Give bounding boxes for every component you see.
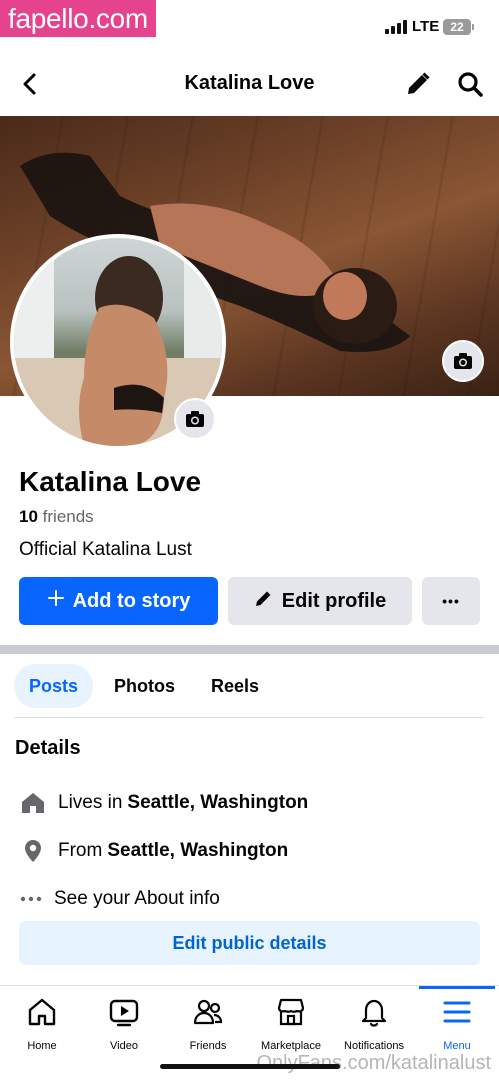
edit-profile-label: Edit profile bbox=[281, 589, 387, 612]
status-bar: fapello.com LTE 22 bbox=[0, 0, 499, 44]
network-label: LTE bbox=[412, 18, 440, 35]
nav-home[interactable]: Home bbox=[0, 996, 84, 1052]
add-to-story-button[interactable]: Add to story bbox=[19, 577, 218, 625]
friends-label: friends bbox=[42, 507, 94, 526]
lives-prefix: Lives in bbox=[58, 792, 123, 813]
profile-header: Katalina Love bbox=[0, 56, 499, 112]
nav-home-label: Home bbox=[27, 1040, 57, 1052]
signal-icon bbox=[385, 20, 409, 34]
tab-posts[interactable]: Posts bbox=[14, 664, 94, 708]
pencil-icon bbox=[254, 588, 274, 614]
plus-icon bbox=[47, 589, 65, 613]
nav-video[interactable]: Video bbox=[82, 996, 166, 1052]
from-prefix: From bbox=[58, 840, 103, 861]
section-divider bbox=[0, 645, 499, 654]
nav-friends[interactable]: Friends bbox=[166, 996, 250, 1052]
friends-number: 10 bbox=[19, 507, 38, 526]
nav-menu-label: Menu bbox=[443, 1040, 471, 1052]
home-indicator[interactable] bbox=[160, 1064, 340, 1069]
see-about-label: See your About info bbox=[54, 888, 220, 909]
nav-marketplace[interactable]: Marketplace bbox=[249, 996, 333, 1052]
profile-name: Katalina Love bbox=[19, 466, 202, 497]
friends-icon bbox=[192, 996, 224, 1028]
add-to-story-label: Add to story bbox=[72, 589, 191, 612]
nav-notifications[interactable]: Notifications bbox=[332, 996, 416, 1052]
edit-public-details-button[interactable]: Edit public details bbox=[19, 921, 480, 965]
see-about-info-link[interactable]: See your About info bbox=[18, 884, 220, 914]
home-icon bbox=[18, 788, 48, 818]
nav-friends-label: Friends bbox=[189, 1040, 227, 1052]
nav-video-label: Video bbox=[110, 1040, 138, 1052]
video-icon bbox=[108, 996, 140, 1028]
friends-count[interactable]: 10 friends bbox=[19, 507, 94, 527]
profile-bio: Official Katalina Lust bbox=[19, 539, 192, 560]
more-icon: ••• bbox=[442, 593, 460, 609]
battery-icon: 22 bbox=[443, 19, 474, 35]
detail-from: From Seattle, Washington bbox=[18, 836, 288, 866]
pencil-icon[interactable] bbox=[404, 70, 432, 98]
marketplace-icon bbox=[275, 996, 307, 1028]
profile-tabs: Posts Photos Reels bbox=[14, 664, 274, 708]
tabs-divider bbox=[14, 717, 484, 718]
tab-photos[interactable]: Photos bbox=[99, 664, 190, 708]
home-icon bbox=[26, 996, 58, 1028]
from-value: Seattle, Washington bbox=[107, 840, 289, 861]
watermark-logo: fapello.com bbox=[0, 0, 156, 37]
nav-notifications-label: Notifications bbox=[344, 1040, 404, 1052]
menu-icon bbox=[441, 996, 473, 1028]
lives-value: Seattle, Washington bbox=[127, 792, 309, 813]
search-icon[interactable] bbox=[456, 70, 484, 98]
nav-menu[interactable]: Menu bbox=[415, 996, 499, 1052]
tab-reels[interactable]: Reels bbox=[196, 664, 274, 708]
edit-profile-button[interactable]: Edit profile bbox=[228, 577, 412, 625]
detail-lives-in: Lives in Seattle, Washington bbox=[18, 788, 308, 818]
more-dots-icon bbox=[18, 884, 44, 914]
cover-camera-icon[interactable] bbox=[442, 340, 484, 382]
bell-icon bbox=[358, 996, 390, 1028]
nav-active-indicator bbox=[419, 986, 495, 989]
nav-marketplace-label: Marketplace bbox=[261, 1040, 321, 1052]
more-options-button[interactable]: ••• bbox=[422, 577, 480, 625]
location-pin-icon bbox=[18, 836, 48, 866]
details-heading: Details bbox=[15, 737, 81, 759]
avatar-camera-icon[interactable] bbox=[174, 398, 216, 440]
